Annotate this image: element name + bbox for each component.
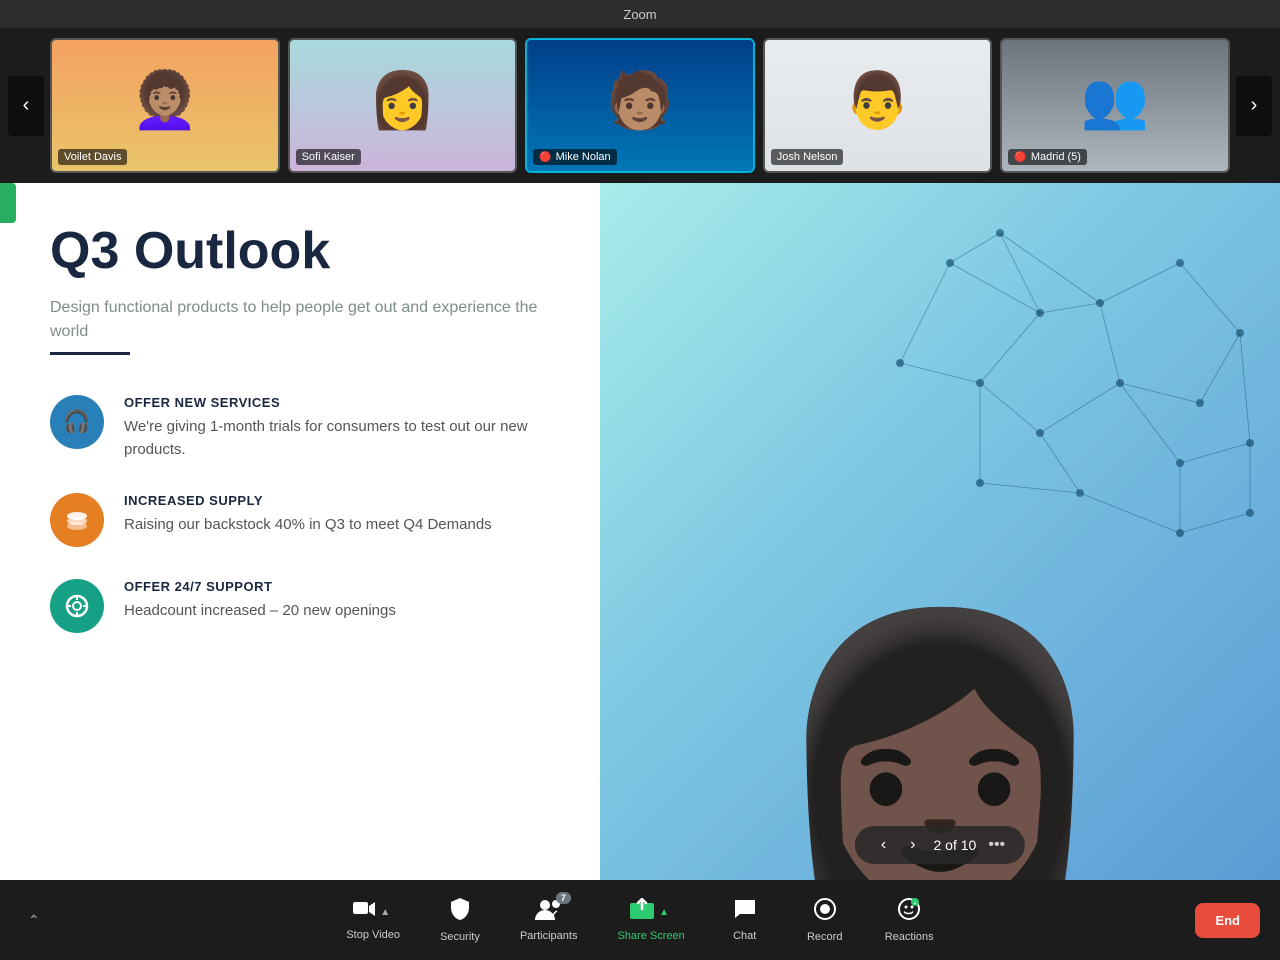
toolbar: ⌃ ▲ Stop Video Security <box>0 880 1280 960</box>
share-screen-label: Share Screen <box>617 930 684 942</box>
end-button[interactable]: End <box>1195 903 1260 938</box>
participant-name-4: Josh Nelson <box>771 149 844 165</box>
slide-item-1: 🎧 OFFER NEW SERVICES We're giving 1-mont… <box>50 395 550 461</box>
participant-name-3: 🔴 Mike Nolan <box>533 149 616 165</box>
slide-icon-3 <box>50 579 104 633</box>
presenter-container: 👩🏿 <box>600 183 1280 880</box>
security-label: Security <box>440 931 480 943</box>
slide-item-heading-1: OFFER NEW SERVICES <box>124 395 550 410</box>
participants-label: Participants <box>520 930 577 942</box>
slide-item-3: OFFER 24/7 SUPPORT Headcount increased –… <box>50 579 550 633</box>
slide-next-button[interactable]: › <box>904 834 921 856</box>
participant-strip: ‹ 👩🏽‍🦱 Voilet Davis 👩 Sofi Kaiser 🧑🏽 🔴 M… <box>0 28 1280 183</box>
title-bar: Zoom <box>0 0 1280 28</box>
record-label: Record <box>807 931 842 943</box>
record-icon <box>813 897 837 927</box>
reactions-button[interactable]: + Reactions <box>865 889 954 951</box>
security-icon <box>449 897 471 927</box>
participant-face-5: 👥 <box>1081 73 1149 128</box>
stop-video-icon <box>352 899 376 925</box>
participants-icon: 7 <box>535 898 563 926</box>
participant-name-2: Sofi Kaiser <box>296 149 361 165</box>
share-screen-icon <box>629 898 655 926</box>
svg-text:+: + <box>914 901 917 907</box>
app-title: Zoom <box>623 7 656 22</box>
chat-button[interactable]: Chat <box>705 890 785 950</box>
participant-face-4: 👨 <box>843 73 911 128</box>
expand-icon[interactable]: ⌃ <box>20 904 48 937</box>
slide-item-text-3: Headcount increased – 20 new openings <box>124 600 396 623</box>
slide-prev-button[interactable]: ‹ <box>875 834 892 856</box>
participant-face-1: 👩🏽‍🦱 <box>131 73 199 128</box>
slide-underline <box>50 352 130 355</box>
stop-video-caret[interactable]: ▲ <box>376 907 394 918</box>
slide-item-text-1: We're giving 1-month trials for consumer… <box>124 416 550 461</box>
slide-title: Q3 Outlook <box>50 223 550 280</box>
toolbar-right: End <box>1175 903 1260 938</box>
slide-item-heading-2: INCREASED SUPPLY <box>124 493 492 508</box>
stop-video-button[interactable]: ▲ Stop Video <box>326 891 420 949</box>
slide-green-bar <box>0 183 16 223</box>
participants-button[interactable]: 7 Participants <box>500 890 597 950</box>
participant-name-5: 🔴 Madrid (5) <box>1008 149 1087 165</box>
reactions-label: Reactions <box>885 931 934 943</box>
video-panel: 👩🏿 ‹ › 2 of 10 ••• <box>600 183 1280 880</box>
main-content-area: Q3 Outlook Design functional products to… <box>0 183 1280 880</box>
slide-subtitle: Design functional products to help peopl… <box>50 296 550 344</box>
reactions-icon: + <box>897 897 921 927</box>
slide-menu-button[interactable]: ••• <box>988 836 1005 854</box>
participant-face-2: 👩 <box>368 73 436 128</box>
participant-thumb-4[interactable]: 👨 Josh Nelson <box>763 38 993 173</box>
strip-nav-right[interactable]: › <box>1236 76 1272 136</box>
slide-panel: Q3 Outlook Design functional products to… <box>0 183 600 880</box>
share-screen-button[interactable]: ▲ Share Screen <box>597 890 704 950</box>
share-screen-caret[interactable]: ▲ <box>655 907 673 918</box>
participant-face-3: 🧑🏽 <box>606 73 674 128</box>
participant-thumb-5[interactable]: 👥 🔴 Madrid (5) <box>1000 38 1230 173</box>
participant-name-1: Voilet Davis <box>58 149 127 165</box>
chat-icon <box>733 898 757 926</box>
participants-badge: 7 <box>556 892 571 904</box>
slide-item-heading-3: OFFER 24/7 SUPPORT <box>124 579 396 594</box>
slide-icon-2 <box>50 493 104 547</box>
slide-navigation: ‹ › 2 of 10 ••• <box>855 826 1025 864</box>
slide-item-text-2: Raising our backstock 40% in Q3 to meet … <box>124 514 492 537</box>
slide-icon-1: 🎧 <box>50 395 104 449</box>
toolbar-center: ▲ Stop Video Security 7 <box>20 889 1260 951</box>
chat-label: Chat <box>733 930 756 942</box>
participant-thumb-2[interactable]: 👩 Sofi Kaiser <box>288 38 518 173</box>
stop-video-label: Stop Video <box>346 929 400 941</box>
record-button[interactable]: Record <box>785 889 865 951</box>
participant-thumb-3[interactable]: 🧑🏽 🔴 Mike Nolan <box>525 38 755 173</box>
strip-nav-left[interactable]: ‹ <box>8 76 44 136</box>
participant-thumb-1[interactable]: 👩🏽‍🦱 Voilet Davis <box>50 38 280 173</box>
mute-icon-3: 🔴 <box>539 152 551 163</box>
mute-icon-5: 🔴 <box>1014 152 1026 163</box>
toolbar-left: ⌃ <box>20 904 48 937</box>
slide-item-2: INCREASED SUPPLY Raising our backstock 4… <box>50 493 550 547</box>
security-button[interactable]: Security <box>420 889 500 951</box>
slide-count: 2 of 10 <box>934 837 977 853</box>
